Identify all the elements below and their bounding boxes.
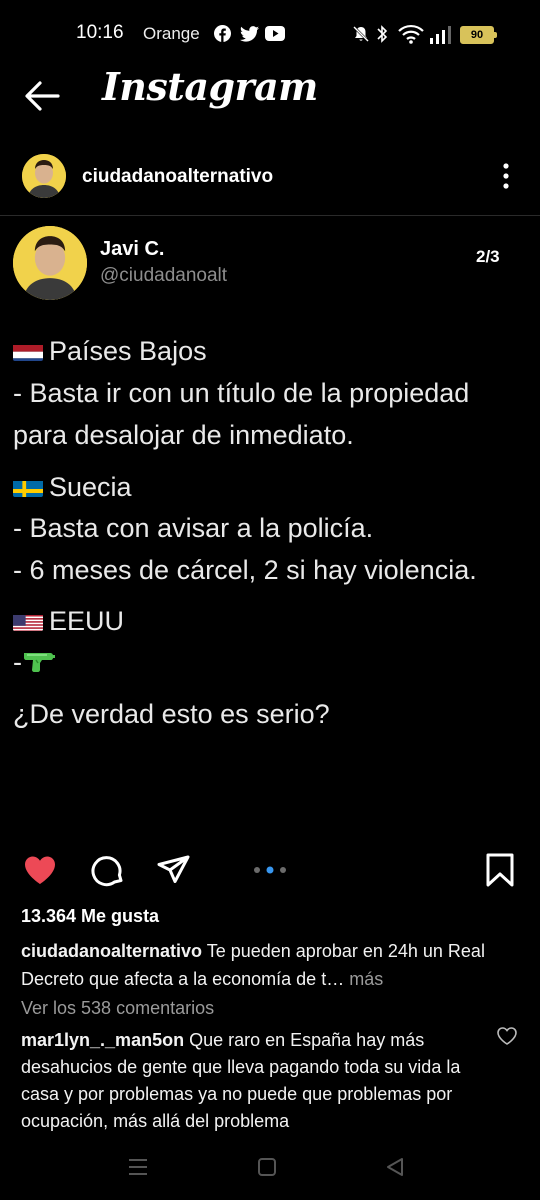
mute-bell-icon [353, 26, 369, 42]
sweden-flag-icon [13, 477, 43, 497]
tweet-line: Países Bajos [13, 336, 207, 367]
comment-like-icon[interactable] [496, 1026, 518, 1046]
twitter-icon [240, 26, 259, 42]
carousel-counter: 2/3 [476, 247, 500, 266]
caption-username[interactable]: ciudadanoalternativo [21, 941, 202, 961]
status-bar: 10:16 Orange 90 [0, 0, 540, 70]
status-time: 10:16 [76, 22, 124, 43]
divider [0, 215, 540, 216]
wifi-icon [398, 24, 424, 44]
system-nav-bar [0, 1140, 540, 1200]
instagram-logo: Instagram [102, 64, 318, 109]
tweet-line: EEUU [13, 606, 124, 637]
back-nav-icon[interactable] [385, 1157, 405, 1177]
like-count[interactable]: 13.364 Me gusta [21, 906, 159, 927]
facebook-icon [214, 25, 231, 42]
youtube-icon [265, 26, 285, 41]
comment-icon[interactable] [90, 852, 126, 888]
avatar[interactable] [22, 154, 66, 198]
tweet-author-handle: @ciudadanoalt [100, 265, 228, 286]
tweet-author-name: Javi C. [100, 238, 165, 260]
post-username[interactable]: ciudadanoalternativo [82, 166, 273, 188]
comment-username[interactable]: mar1lyn_._man5on [21, 1030, 184, 1050]
battery-indicator: 90 [460, 26, 497, 44]
signal-icon [430, 26, 451, 44]
tweet-line: - 6 meses de cárcel, 2 si hay violencia. [13, 555, 477, 585]
status-carrier: Orange [143, 24, 200, 43]
water-gun-icon [24, 653, 55, 672]
tweet-line: - Basta ir con un título de la propiedad [13, 378, 470, 408]
back-arrow-icon[interactable] [22, 78, 62, 114]
netherlands-flag-icon [13, 341, 43, 361]
recents-icon[interactable] [128, 1158, 148, 1176]
tweet-line: - [13, 647, 56, 678]
tweet-avatar [13, 226, 87, 300]
heart-icon[interactable] [22, 852, 58, 888]
bluetooth-icon [377, 25, 388, 43]
post-caption: ciudadanoalternativo Te pueden aprobar e… [21, 937, 521, 993]
share-icon[interactable] [156, 852, 192, 888]
view-comments-link[interactable]: Ver los 538 comentarios [21, 998, 214, 1019]
caption-more-link[interactable]: más [344, 969, 383, 989]
tweet-line: ¿De verdad esto es serio? [13, 699, 330, 729]
profile-photo [22, 154, 66, 198]
bookmark-icon[interactable] [482, 852, 518, 888]
profile-photo [13, 226, 87, 300]
tweet-line: para desalojar de inmediato. [13, 420, 354, 450]
carousel-dots [254, 866, 286, 874]
tweet-line: - Basta con avisar a la policía. [13, 513, 374, 543]
comment-item: mar1lyn_._man5on Que raro en España hay … [21, 1027, 491, 1135]
usa-flag-icon [13, 611, 43, 631]
more-vertical-icon[interactable] [496, 160, 516, 192]
tweet-line: Suecia [13, 472, 132, 503]
home-icon[interactable] [257, 1157, 277, 1177]
